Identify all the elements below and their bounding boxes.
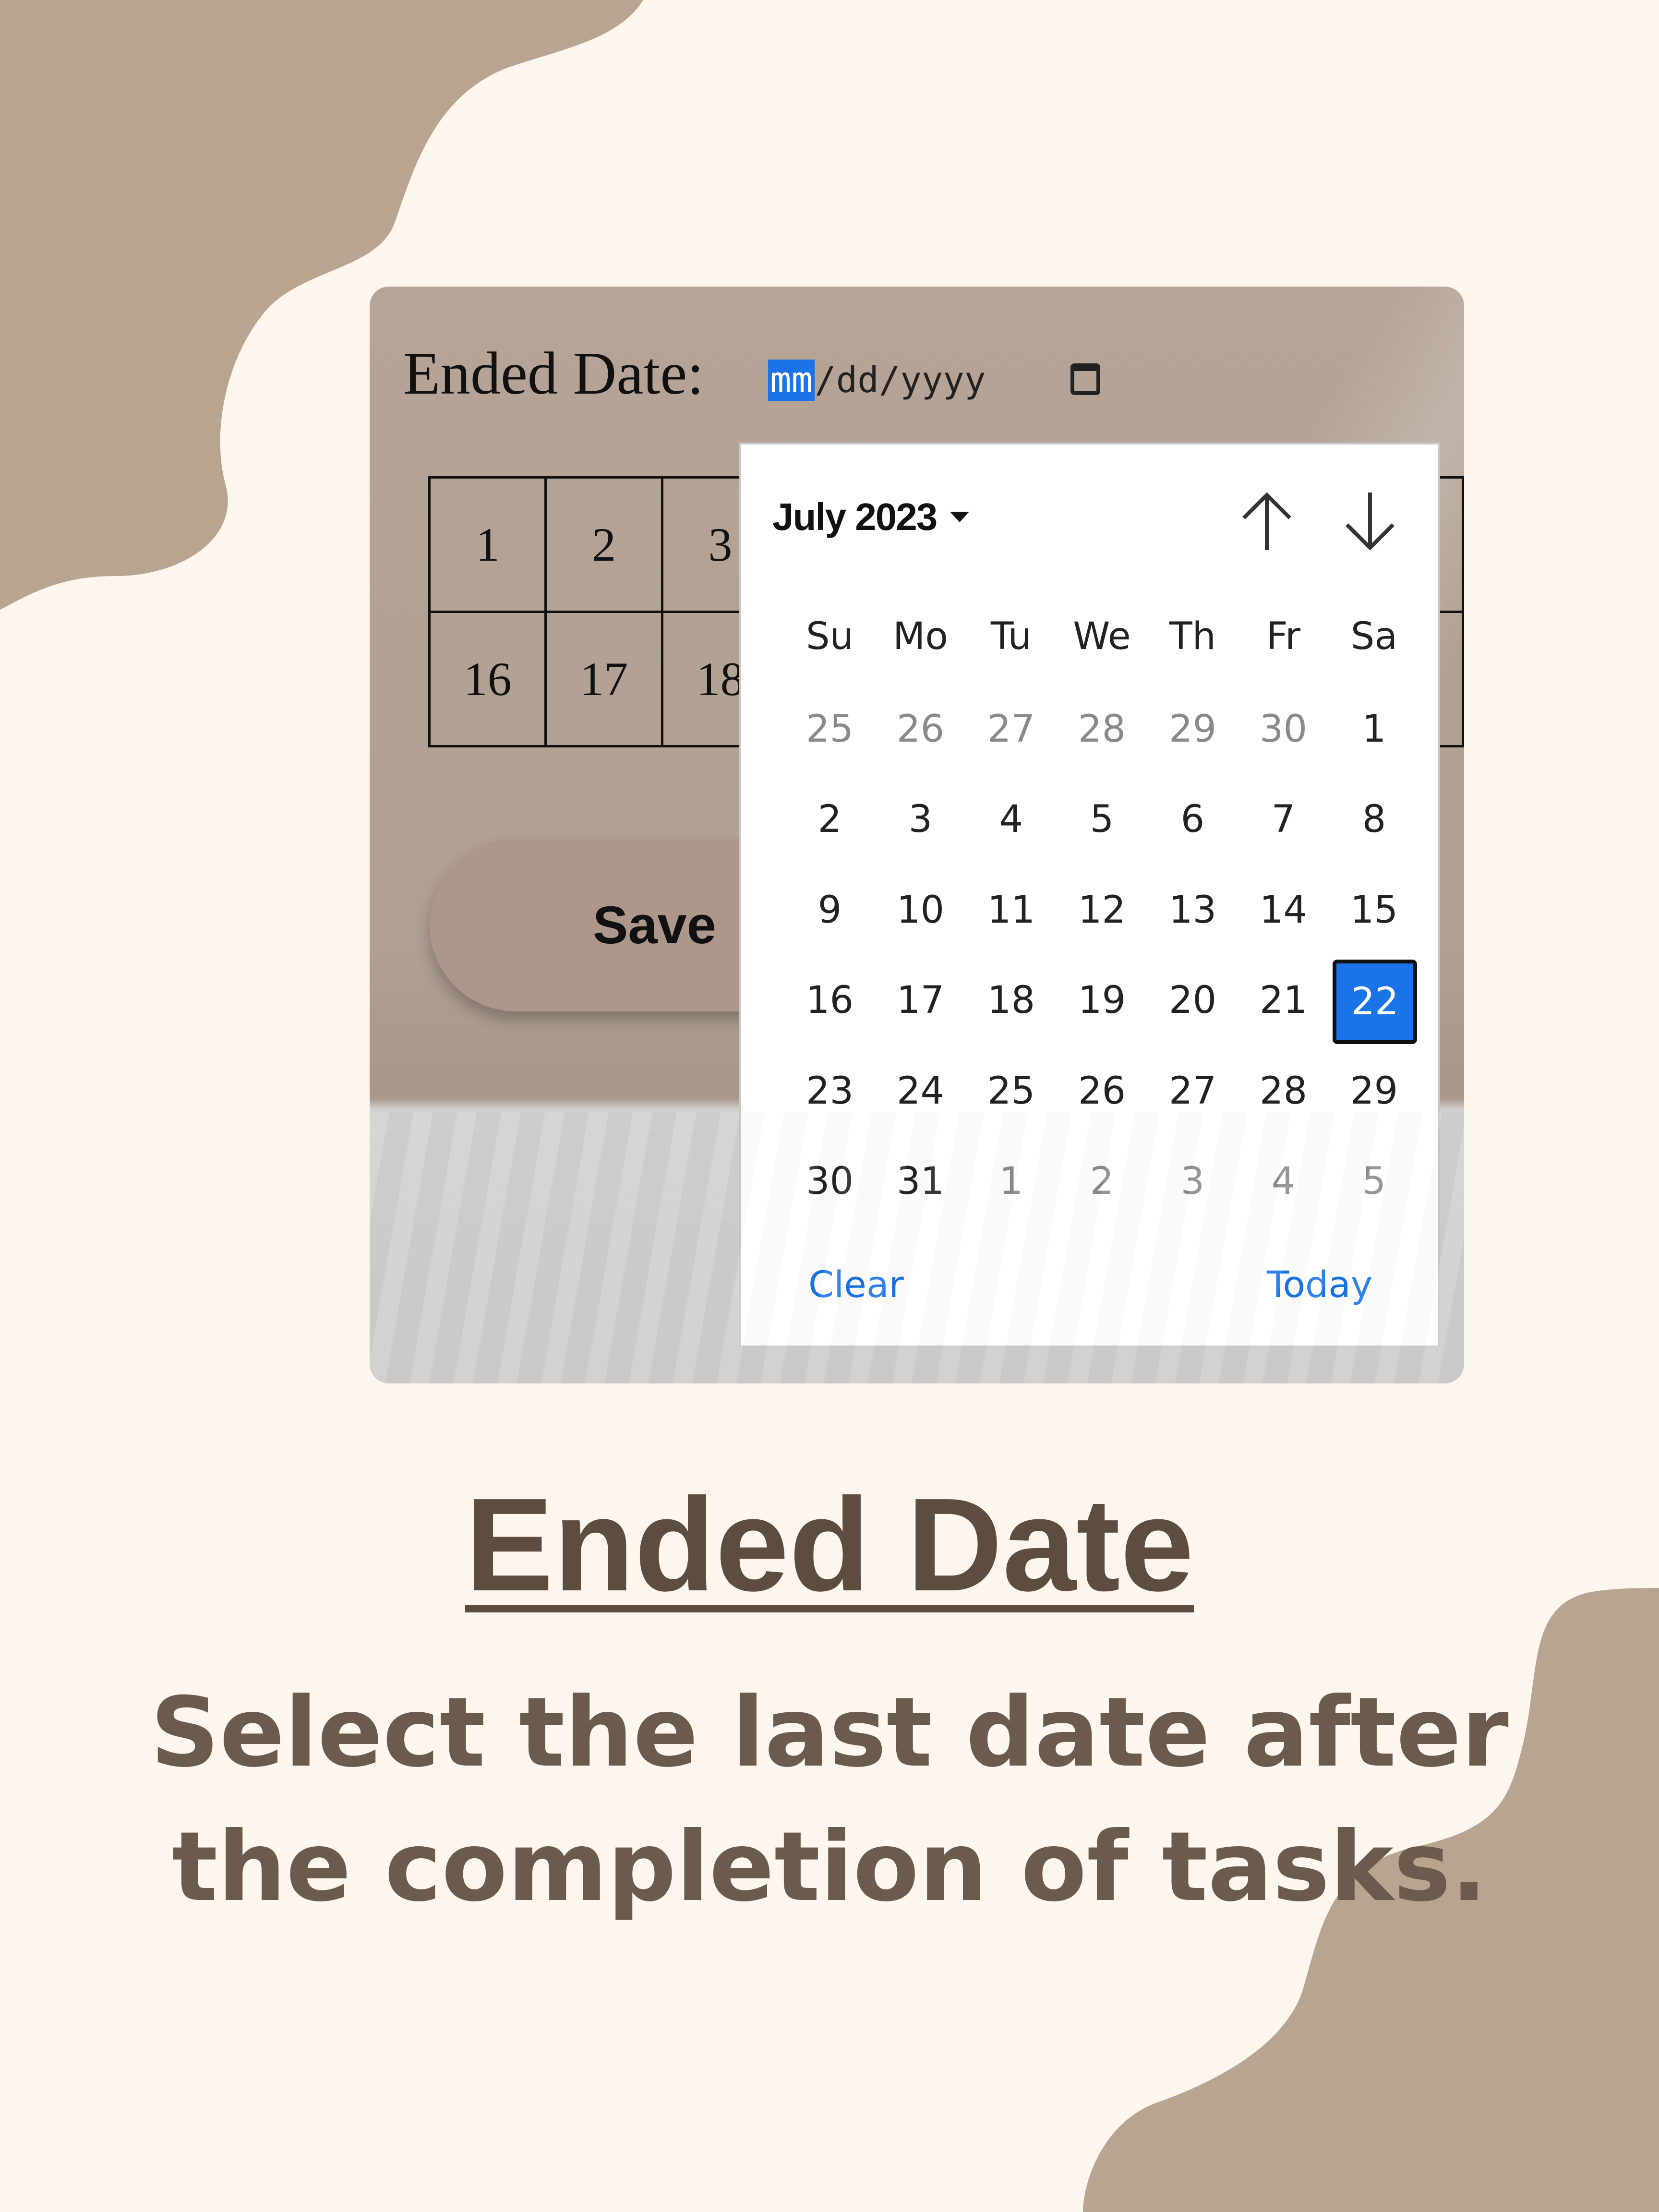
calendar-day[interactable]: 29 [1329, 1070, 1419, 1113]
weekday-label: Su [806, 615, 854, 658]
calendar-day[interactable]: 28 [1057, 708, 1147, 751]
calendar-day[interactable]: 28 [1238, 1070, 1329, 1113]
calendar-day[interactable]: 13 [1147, 889, 1238, 932]
month-year-label: July 2023 [772, 495, 938, 538]
calendar-day[interactable]: 10 [875, 889, 966, 932]
calendar-day[interactable]: 30 [784, 1160, 875, 1203]
calendar-day[interactable]: 27 [966, 708, 1057, 751]
weekday-label: We [1073, 615, 1131, 658]
table-cell: 2 [544, 476, 663, 613]
month-year-selector[interactable]: July 2023 [772, 495, 970, 539]
ended-date-label: Ended Date: [403, 340, 704, 407]
page-heading: Ended Date [465, 1471, 1194, 1619]
today-button[interactable]: Today [1267, 1263, 1372, 1306]
calendar-day[interactable]: 1 [1329, 708, 1419, 751]
weekday-label: Mo [892, 615, 949, 658]
calendar-day[interactable]: 8 [1329, 798, 1419, 841]
weekday-label: Th [1169, 615, 1216, 658]
calendar-day[interactable]: 2 [1057, 1160, 1147, 1203]
table-cell: 16 [428, 611, 547, 747]
description-text: Select the last date after the completio… [150, 1677, 1509, 1923]
calendar-day[interactable]: 27 [1147, 1070, 1238, 1113]
calendar-day[interactable]: 11 [966, 889, 1057, 932]
calendar-day[interactable]: 3 [875, 798, 966, 841]
datepicker-popup: July 2023 Su Mo Tu We Th Fr Sa 25 26 27 … [739, 443, 1440, 1347]
calendar-day-selected[interactable]: 22 [1333, 960, 1417, 1044]
day-year-segments[interactable]: /dd/yyyy [815, 360, 986, 401]
calendar-day[interactable]: 15 [1329, 889, 1419, 932]
calendar-day[interactable]: 26 [875, 708, 966, 751]
calendar-day[interactable]: 12 [1057, 889, 1147, 932]
calendar-day[interactable]: 21 [1238, 979, 1329, 1044]
calendar-day[interactable]: 18 [966, 979, 1057, 1044]
calendar-day[interactable]: 29 [1147, 708, 1238, 751]
calendar-day[interactable]: 4 [966, 798, 1057, 841]
calendar-day[interactable]: 24 [875, 1070, 966, 1113]
calendar-day[interactable]: 26 [1057, 1070, 1147, 1113]
calendar-day[interactable]: 23 [784, 1070, 875, 1113]
clear-button[interactable]: Clear [808, 1263, 904, 1306]
calendar-day[interactable]: 5 [1057, 798, 1147, 841]
calendar-day[interactable]: 1 [966, 1160, 1057, 1203]
calendar-day[interactable]: 16 [784, 979, 875, 1044]
calendar-day[interactable]: 9 [784, 889, 875, 932]
weekday-label: Tu [990, 615, 1032, 658]
dropdown-arrow-icon [950, 512, 970, 522]
calendar-day[interactable]: 25 [784, 708, 875, 751]
calendar-week: 2 3 4 5 6 7 8 [784, 798, 1419, 841]
calendar-day[interactable]: 19 [1057, 979, 1147, 1044]
calendar-day[interactable]: 4 [1238, 1160, 1329, 1203]
table-cell: 17 [544, 611, 663, 747]
calendar-day[interactable]: 2 [784, 798, 875, 841]
calendar-week: 25 26 27 28 29 30 1 [784, 708, 1419, 751]
arrow-up-icon[interactable] [1238, 490, 1296, 553]
calendar-day[interactable]: 25 [966, 1070, 1057, 1113]
calendar-icon[interactable] [1070, 363, 1100, 395]
month-segment[interactable]: mm [768, 360, 815, 401]
calendar-day[interactable]: 6 [1147, 798, 1238, 841]
weekday-label: Fr [1266, 615, 1301, 658]
calendar-day[interactable]: 5 [1329, 1160, 1419, 1203]
weekday-header: Su Mo Tu We Th Fr Sa [784, 615, 1419, 658]
calendar-week: 9 10 11 12 13 14 15 [784, 889, 1419, 932]
calendar-day[interactable]: 30 [1238, 708, 1329, 751]
calendar-day[interactable]: 17 [875, 979, 966, 1044]
arrow-down-icon[interactable] [1341, 490, 1399, 553]
weekday-label: Sa [1350, 615, 1398, 658]
calendar-week: 30 31 1 2 3 4 5 [784, 1160, 1419, 1203]
table-cell: 1 [428, 476, 547, 613]
calendar-day[interactable]: 14 [1238, 889, 1329, 932]
screenshot-card: Ended Date: mm /dd/yyyy 1 2 3 9 16 17 18… [370, 287, 1464, 1383]
ended-date-input[interactable]: mm /dd/yyyy [768, 354, 986, 407]
calendar-day[interactable]: 7 [1238, 798, 1329, 841]
calendar-day[interactable]: 31 [875, 1160, 966, 1203]
calendar-day[interactable]: 3 [1147, 1160, 1238, 1203]
calendar-day[interactable]: 20 [1147, 979, 1238, 1044]
calendar-week: 16 17 18 19 20 21 22 [784, 960, 1417, 1044]
calendar-week: 23 24 25 26 27 28 29 [784, 1070, 1419, 1113]
